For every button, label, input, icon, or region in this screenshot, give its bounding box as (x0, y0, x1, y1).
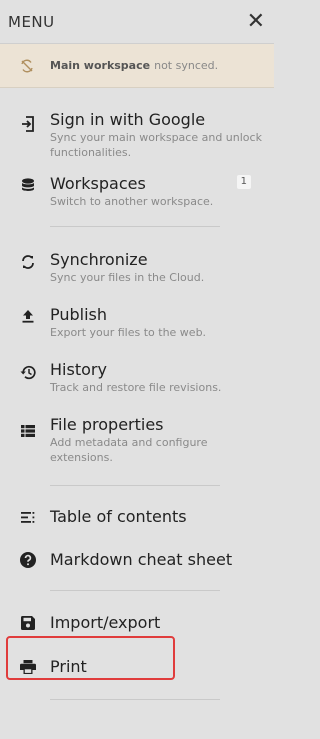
banner-status: not synced. (154, 59, 219, 72)
menu-title: MENU (8, 12, 55, 31)
menu-item-label: Markdown cheat sheet (50, 550, 233, 569)
menu-item-desc: Sync your files in the Cloud. (50, 271, 205, 284)
menu-item-desc: Add metadata and configure extensions. (50, 436, 208, 464)
login-icon (18, 110, 38, 132)
database-icon (18, 174, 38, 192)
list-icon (18, 415, 38, 437)
menu-item-synchronize[interactable]: Synchronize Sync your files in the Cloud… (0, 250, 274, 285)
help-icon (18, 550, 38, 568)
upload-icon (18, 305, 38, 323)
menu-item-desc: Switch to another workspace. (50, 195, 214, 208)
import-export-highlight (6, 636, 175, 680)
menu-header: MENU ✕ (0, 0, 274, 44)
divider (50, 485, 220, 486)
menu-item-label: Publish (50, 305, 108, 324)
menu-item-desc: Export your files to the web. (50, 326, 207, 339)
menu-item-history[interactable]: History Track and restore file revisions… (0, 360, 274, 395)
menu-item-desc: Track and restore file revisions. (50, 381, 222, 394)
save-icon (18, 613, 38, 630)
menu-item-label: Table of contents (50, 507, 187, 526)
close-icon[interactable]: ✕ (247, 10, 265, 33)
menu-item-table-of-contents[interactable]: Table of contents (0, 507, 274, 527)
menu-list: Sign in with Google Sync your main works… (0, 88, 274, 700)
menu-item-sign-in[interactable]: Sign in with Google Sync your main works… (0, 110, 274, 160)
menu-item-label: History (50, 360, 107, 379)
banner-workspace-name: Main workspace (50, 59, 151, 72)
workspace-count-badge: 1 (236, 175, 251, 189)
menu-item-import-export[interactable]: Import/export (0, 613, 274, 633)
menu-item-markdown-cheat-sheet[interactable]: Markdown cheat sheet (0, 550, 274, 570)
divider (50, 699, 220, 700)
menu-item-label: Import/export (50, 613, 161, 632)
menu-item-file-properties[interactable]: File properties Add metadata and configu… (0, 415, 274, 465)
sync-off-icon (20, 59, 34, 73)
menu-item-label: Sign in with Google (50, 110, 206, 129)
sync-status-banner: Main workspace not synced. (0, 44, 274, 88)
menu-item-label: Synchronize (50, 250, 148, 269)
toc-icon (18, 507, 38, 523)
divider (50, 590, 220, 591)
menu-item-workspaces[interactable]: Workspaces Switch to another workspace. … (0, 174, 274, 209)
history-icon (18, 360, 38, 380)
sync-icon (18, 250, 38, 269)
menu-item-desc: Sync your main workspace and unlock func… (50, 131, 262, 159)
menu-item-label: Workspaces (50, 174, 146, 193)
menu-item-label: File properties (50, 415, 164, 434)
menu-item-publish[interactable]: Publish Export your files to the web. (0, 305, 274, 340)
divider (50, 226, 220, 227)
